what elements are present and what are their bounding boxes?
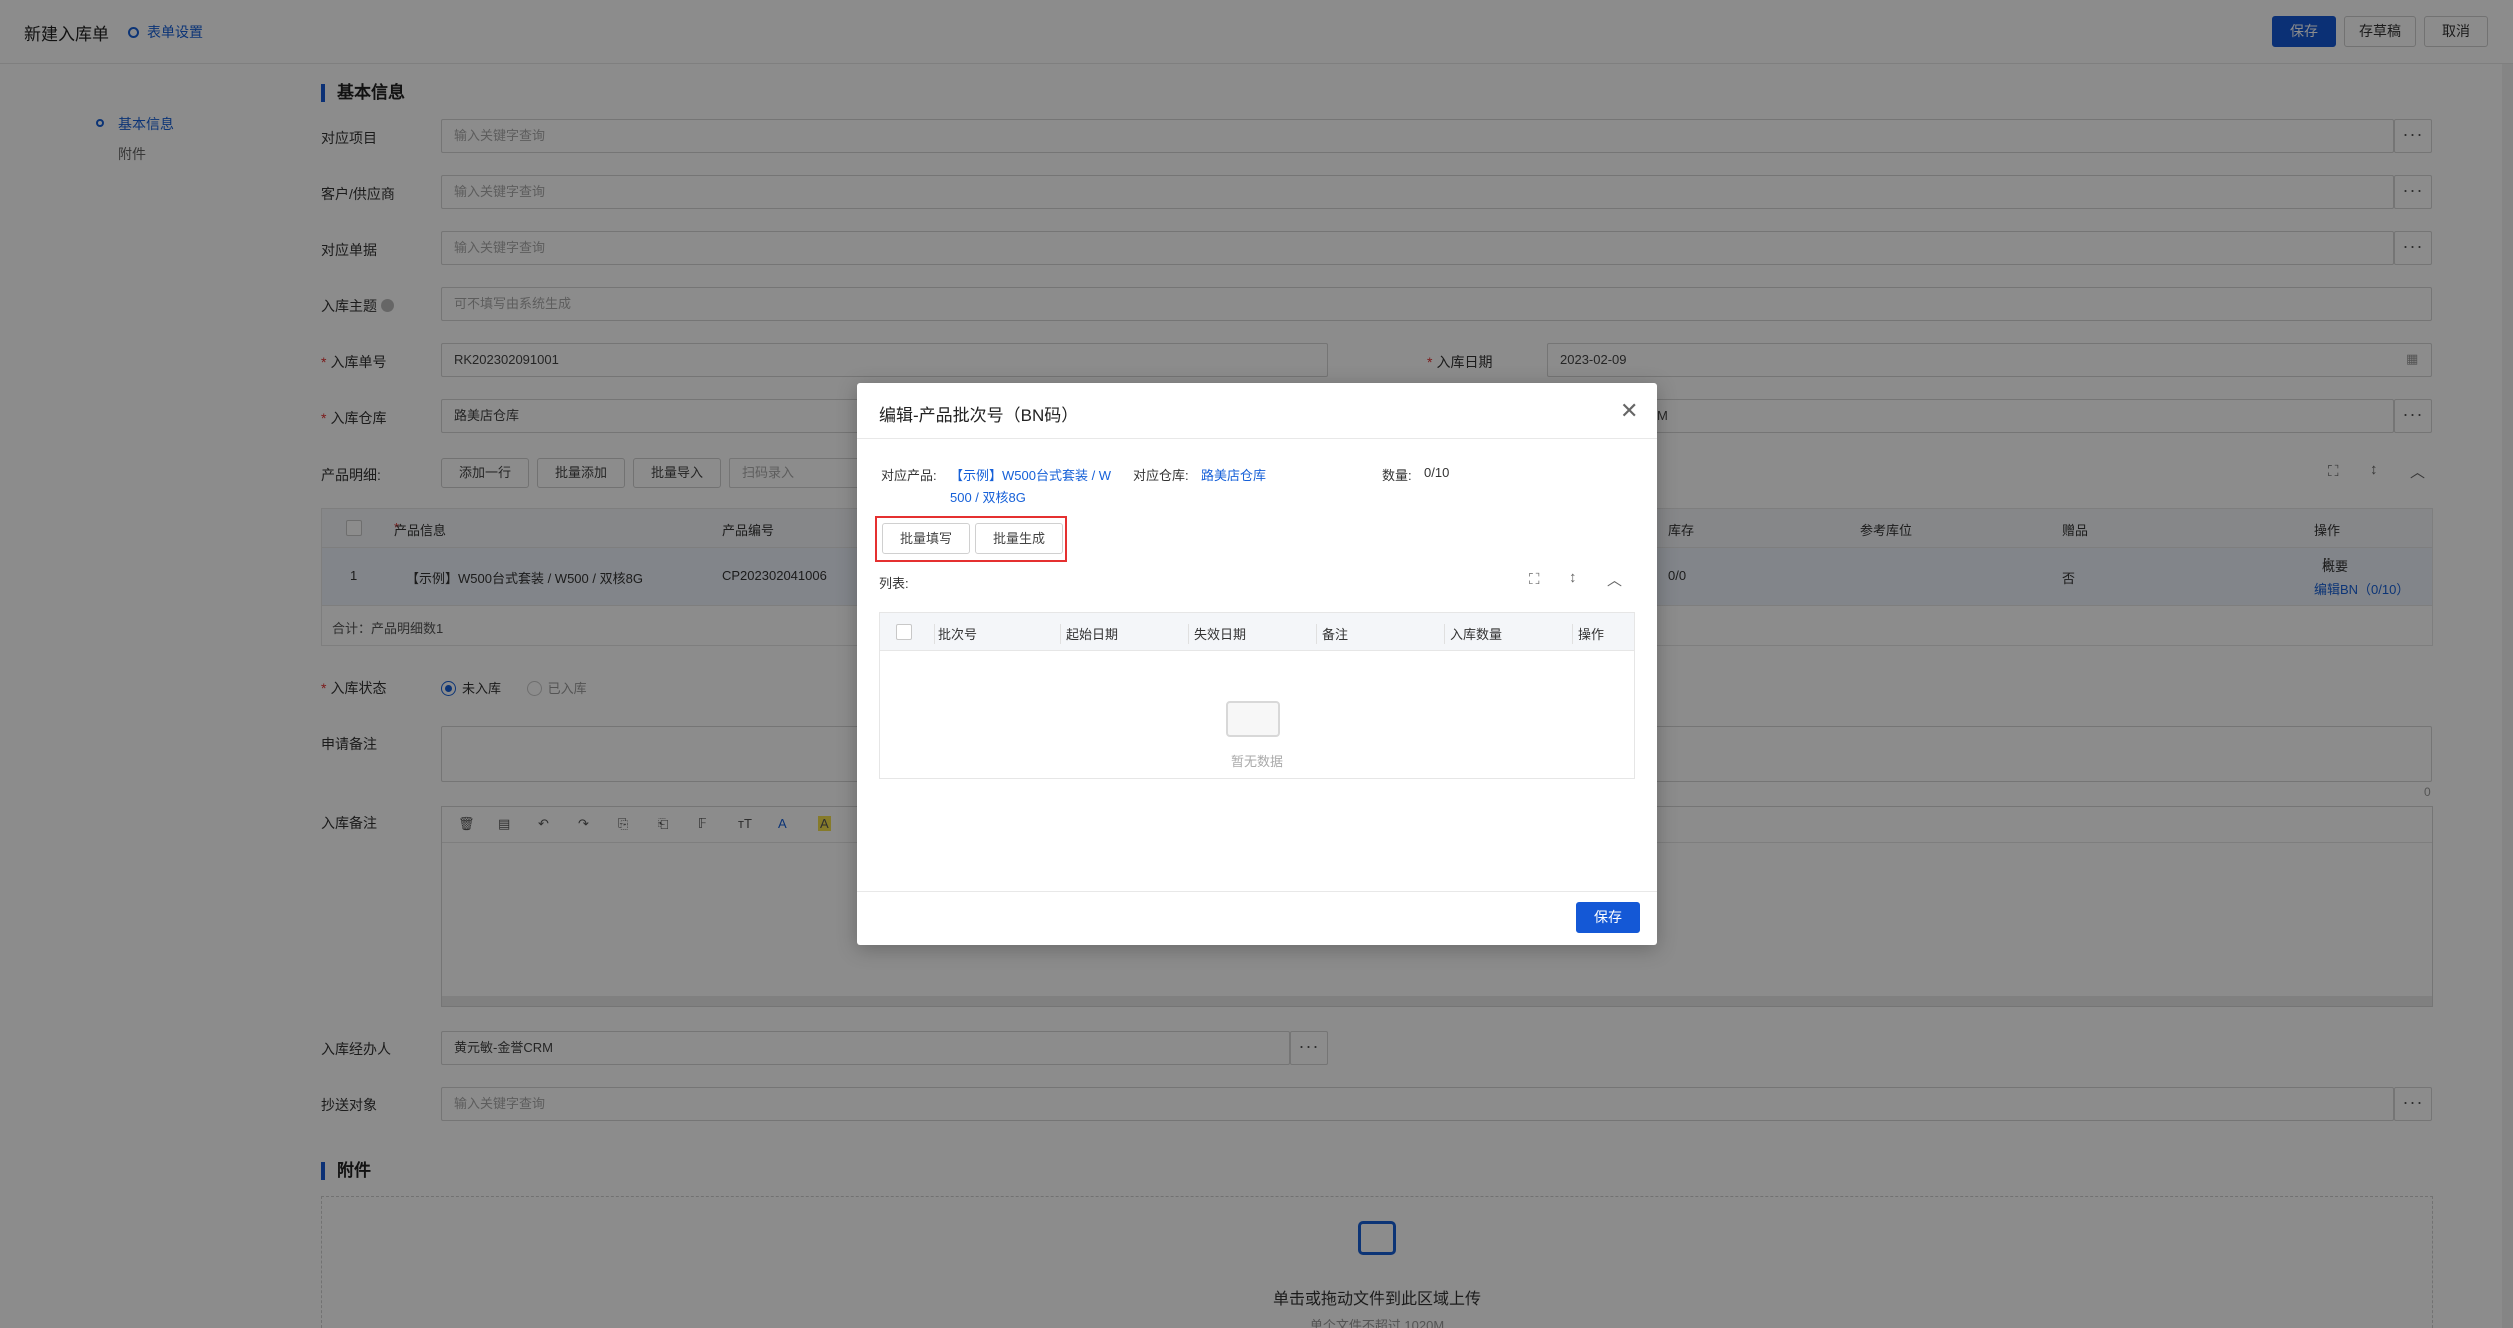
product-label: 对应产品: <box>881 468 937 483</box>
product-link-line2[interactable]: 500 / 双核8G <box>950 487 1026 506</box>
page: 新建入库单 表单设置 保存 存草稿 取消 基本信息 附件 基本信息 对应项目 输… <box>0 0 2513 1328</box>
empty-inbox-icon <box>1226 701 1280 737</box>
warehouse-label-modal: 对应仓库: <box>1133 468 1189 483</box>
batch-number-dialog: 编辑-产品批次号（BN码） ✕ 对应产品: 【示例】W500台式套装 / W 5… <box>857 383 1657 945</box>
product-link-line1[interactable]: 【示例】W500台式套装 / W <box>950 465 1111 484</box>
fullscreen-icon[interactable]: ⛶ <box>1529 571 1540 588</box>
dialog-footer-divider <box>857 891 1657 892</box>
dialog-save-button[interactable]: 保存 <box>1576 902 1640 933</box>
batch-table: 批次号 起始日期 失效日期 备注 入库数量 操作 暂无数据 <box>879 612 1635 779</box>
col-start-date: 起始日期 <box>1066 627 1119 642</box>
expand-height-icon[interactable]: ↕ <box>1569 569 1577 586</box>
batch-generate-button[interactable]: 批量生成 <box>975 523 1063 554</box>
batch-fill-button[interactable]: 批量填写 <box>882 523 970 554</box>
list-label: 列表: <box>879 576 909 591</box>
batch-table-header: 批次号 起始日期 失效日期 备注 入库数量 操作 <box>880 613 1634 651</box>
warehouse-link[interactable]: 路美店仓库 <box>1201 465 1266 484</box>
dialog-header-divider <box>857 438 1657 439</box>
dialog-title: 编辑-产品批次号（BN码） <box>879 406 1079 425</box>
empty-text: 暂无数据 <box>1230 754 1283 769</box>
quantity-label: 数量: <box>1382 468 1412 483</box>
col-remark: 备注 <box>1322 627 1349 642</box>
collapse-icon[interactable]: ︿ <box>1607 569 1622 590</box>
quantity-value: 0/10 <box>1424 465 1450 480</box>
col-actions: 操作 <box>1578 627 1605 642</box>
col-batch-no: 批次号 <box>938 627 978 642</box>
col-quantity: 入库数量 <box>1450 627 1503 642</box>
close-icon[interactable]: ✕ <box>1620 400 1638 422</box>
select-all-checkbox[interactable] <box>896 624 912 640</box>
col-expiry-date: 失效日期 <box>1194 627 1247 642</box>
